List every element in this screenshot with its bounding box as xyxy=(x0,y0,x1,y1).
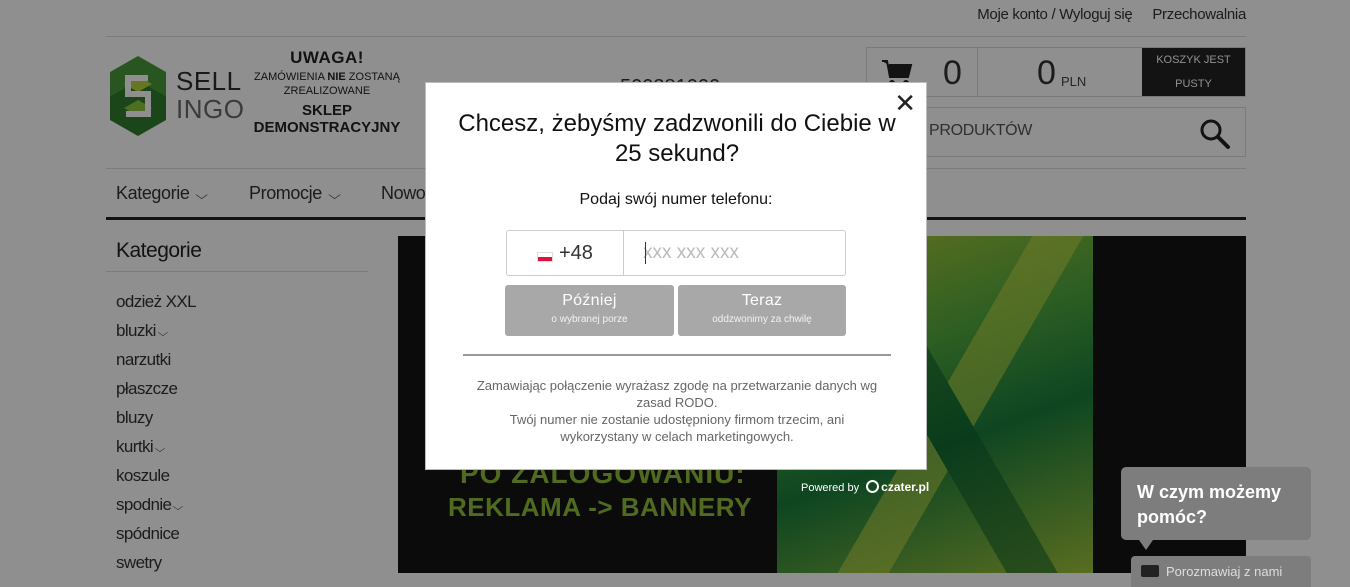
powered-by[interactable]: Powered by czater.pl xyxy=(801,480,929,494)
chat-prompt-text: W czym możemy pomóc? xyxy=(1137,482,1282,527)
call-now-label: Teraz xyxy=(741,292,783,309)
callback-modal: ✕ Chcesz, żebyśmy zadzwonili do Ciebie w… xyxy=(425,82,927,470)
call-later-sublabel: o wybranej porze xyxy=(551,314,628,325)
chat-prompt-bubble[interactable]: W czym możemy pomóc? xyxy=(1121,467,1311,550)
legal-notice: Zamawiając połączenie wyrażasz zgodę na … xyxy=(476,377,878,445)
chat-icon xyxy=(1141,565,1159,577)
phone-number-input[interactable] xyxy=(625,231,845,275)
call-later-button[interactable]: Później o wybranej porze xyxy=(505,285,674,336)
legal-privacy-text: Twój numer nie zostanie udostępniony fir… xyxy=(509,412,845,444)
call-later-label: Później xyxy=(562,292,617,309)
country-code: +48 xyxy=(559,242,593,264)
czater-icon xyxy=(866,480,880,493)
czater-brand: czater.pl xyxy=(881,480,930,494)
phone-input-group: +48 xyxy=(506,230,846,276)
modal-title: Chcesz, żebyśmy zadzwonili do Ciebie w 2… xyxy=(458,110,896,167)
poland-flag-icon xyxy=(537,252,553,262)
country-code-selector[interactable]: +48 xyxy=(507,231,624,275)
modal-divider xyxy=(463,354,891,356)
call-now-sublabel: oddzwonimy za chwilę xyxy=(712,314,812,325)
chat-open-button[interactable]: Porozmawiaj z nami xyxy=(1131,556,1311,587)
phone-prompt: Podaj swój numer telefonu: xyxy=(579,191,773,208)
call-now-button[interactable]: Teraz oddzwonimy za chwilę xyxy=(678,285,846,336)
text-caret xyxy=(645,242,646,264)
chat-button-label: Porozmawiaj z nami xyxy=(1166,564,1283,579)
bubble-tail xyxy=(1139,540,1153,550)
czater-logo: czater.pl xyxy=(866,480,929,494)
powered-by-text: Powered by xyxy=(801,482,860,494)
legal-consent-text: Zamawiając połączenie wyrażasz zgodę na … xyxy=(476,378,878,410)
